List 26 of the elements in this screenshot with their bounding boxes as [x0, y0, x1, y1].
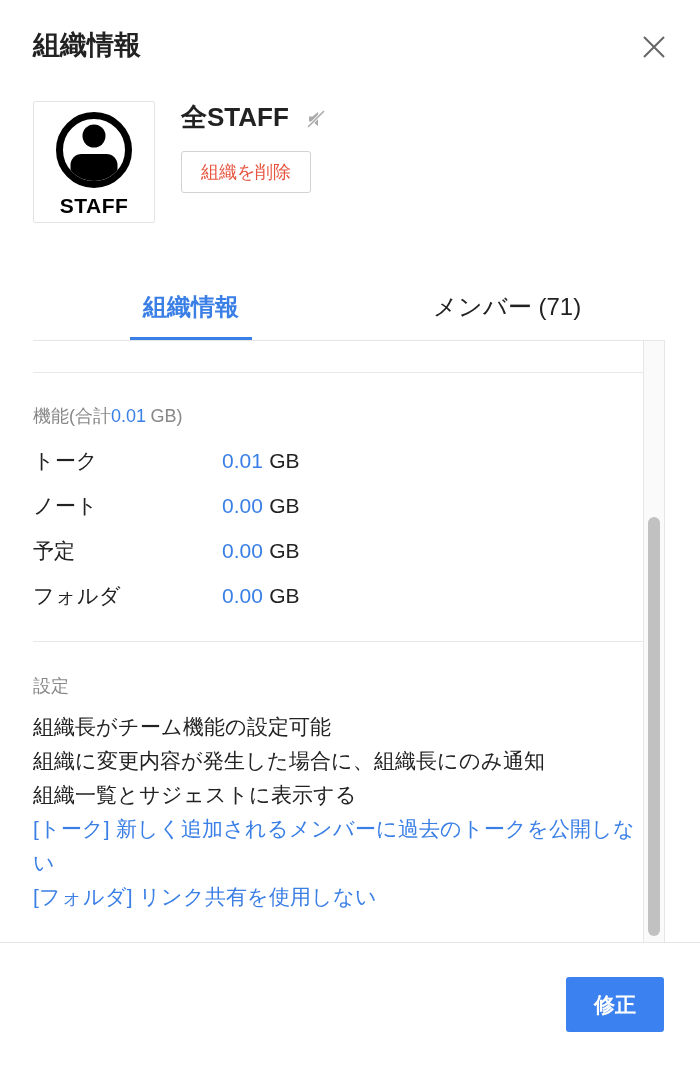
feature-label: フォルダ: [33, 582, 122, 609]
tab[interactable]: 組織情報: [130, 284, 252, 340]
close-icon: [643, 36, 665, 58]
feature-label: ノート: [33, 492, 99, 519]
setting-text: 組織長がチーム機能の設定可能: [33, 714, 332, 740]
edit-button[interactable]: 修正: [566, 977, 664, 1032]
storage-amount: 0.00 GB: [222, 493, 300, 518]
section-heading: 設定: [33, 675, 70, 698]
scrollbar-thumb[interactable]: [648, 517, 660, 936]
group-name: 全STAFF: [181, 101, 289, 133]
storage-amount: 0.01 GB: [222, 448, 300, 473]
close-button[interactable]: [643, 36, 665, 58]
storage-amount: 0.00 GB: [222, 583, 300, 608]
setting-text: 組織に変更内容が発生した場合に、組織長にのみ通知: [33, 748, 546, 774]
tab[interactable]: メンバー (71): [419, 284, 595, 340]
setting-text: [トーク] 新しく追加されるメンバーに過去のトークを公開しない: [33, 816, 636, 876]
feature-label: 予定: [33, 537, 76, 564]
delete-group-button[interactable]: 組織を削除: [181, 151, 311, 193]
person-circle-icon: [56, 112, 132, 188]
feature-label: トーク: [33, 447, 99, 474]
storage-amount: 0.00 GB: [222, 538, 300, 563]
setting-text: 組織一覧とサジェストに表示する: [33, 782, 358, 808]
dialog-title: 組織情報: [33, 29, 141, 62]
logo-text: STAFF: [59, 195, 129, 217]
setting-text: [フォルダ] リンク共有を使用しない: [33, 884, 378, 910]
section-heading: 機能(合計0.01 GB): [33, 405, 184, 428]
